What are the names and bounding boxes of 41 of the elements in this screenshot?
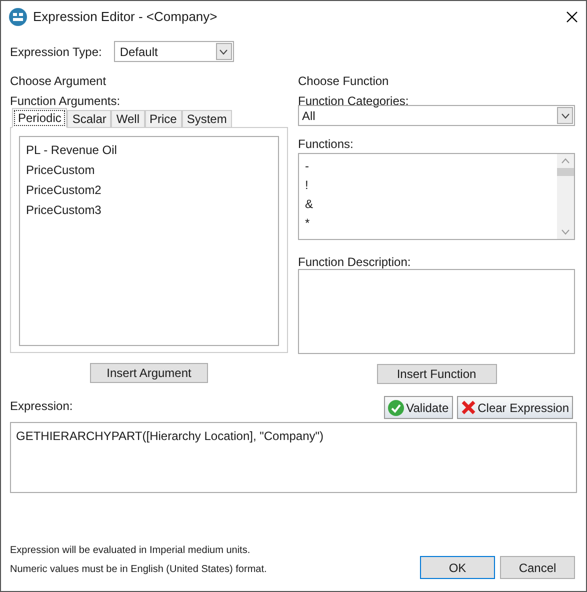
info-text: Numeric values must be in English (United States) format. bbox=[10, 563, 267, 577]
field-label: Function Description: bbox=[298, 254, 412, 269]
caret-icon bbox=[557, 107, 573, 124]
list-item[interactable]: & bbox=[305, 195, 314, 214]
close-icon[interactable] bbox=[566, 11, 578, 23]
expression-type-dropdown[interactable]: Default bbox=[114, 41, 234, 62]
field-label: Function Arguments: bbox=[10, 93, 122, 107]
insert-function-button[interactable]: Insert Function bbox=[376, 364, 496, 384]
list-item[interactable]: * bbox=[305, 214, 310, 233]
expression-field[interactable]: GETHIERARCHYPART([Hierarchy Location], "Company") bbox=[10, 422, 577, 493]
field-label: Function Categories: bbox=[298, 93, 410, 107]
list-item[interactable]: PriceCustom3 bbox=[26, 201, 272, 221]
tab[interactable]: Scalar bbox=[67, 110, 112, 128]
tab[interactable]: Price bbox=[144, 110, 182, 128]
field-label: Functions: bbox=[298, 136, 354, 153]
clear-expression-button[interactable]: Clear Expression bbox=[456, 396, 573, 419]
list-item[interactable]: - bbox=[305, 157, 309, 176]
tab[interactable]: System bbox=[182, 110, 232, 128]
dialog-button[interactable]: Cancel bbox=[500, 556, 575, 579]
close-icon bbox=[460, 400, 476, 415]
list-item[interactable]: PriceCustom2 bbox=[26, 181, 272, 201]
app-icon bbox=[9, 8, 27, 26]
section-heading: Choose Argument bbox=[10, 73, 108, 90]
dialog-button[interactable]: OK bbox=[420, 556, 495, 579]
tab[interactable]: Well bbox=[111, 110, 144, 128]
list-item[interactable]: PriceCustom bbox=[26, 161, 272, 181]
insert-argument-button[interactable]: Insert Argument bbox=[90, 363, 208, 383]
scroll-thumb[interactable] bbox=[557, 168, 574, 176]
checkmark-icon bbox=[388, 400, 404, 416]
field-label: Expression Type: bbox=[10, 44, 102, 60]
list-item[interactable]: ! bbox=[305, 176, 308, 195]
section-heading: Choose Function bbox=[298, 73, 390, 90]
caret-icon bbox=[216, 43, 232, 60]
field-label: Expression: bbox=[10, 398, 73, 415]
validate-button[interactable]: Validate bbox=[384, 396, 453, 419]
info-text: Expression will be evaluated in Imperial medium units. bbox=[10, 544, 252, 558]
scrollbar[interactable] bbox=[557, 154, 574, 239]
list-item[interactable]: PL - Revenue Oil bbox=[26, 141, 272, 161]
window-title: Expression Editor - <Company> bbox=[33, 8, 218, 26]
category-dropdown[interactable]: All bbox=[298, 105, 575, 126]
tab[interactable]: Periodic bbox=[12, 108, 68, 128]
